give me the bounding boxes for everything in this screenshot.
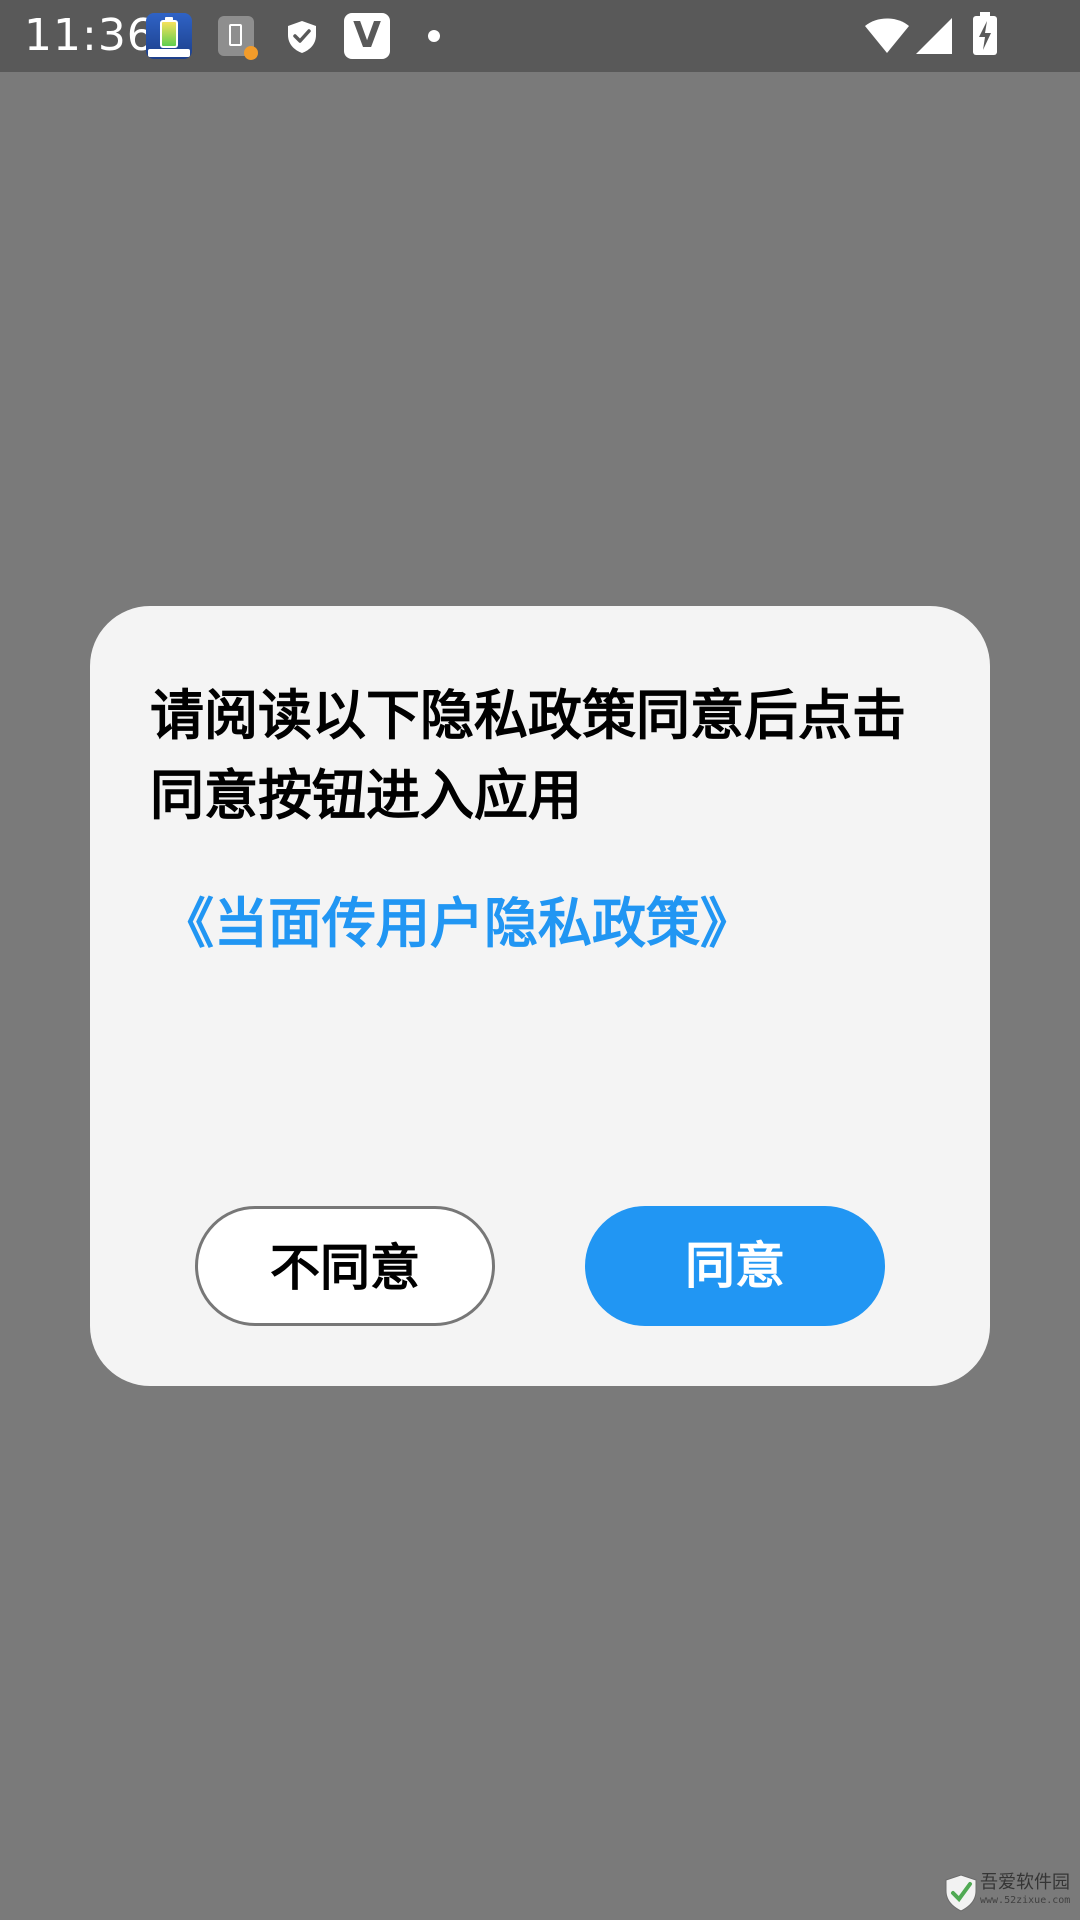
status-bar: 11:36 V [0,0,1080,72]
battery-app-icon [146,13,192,59]
battery-charging-icon [973,12,997,55]
v-app-icon: V [344,13,390,59]
watermark-url: www.52zixue.com [980,1895,1071,1906]
privacy-dialog: 请阅读以下隐私政策同意后点击同意按钮进入应用 《当面传用户隐私政策》 不同意 同… [90,606,990,1386]
dialog-title: 请阅读以下隐私政策同意后点击同意按钮进入应用 [150,684,906,827]
wifi-icon [865,18,909,53]
battery-saver-icon [218,16,258,60]
privacy-policy-link[interactable]: 《当面传用户隐私政策》 [160,888,754,960]
disagree-button[interactable]: 不同意 [195,1206,495,1326]
signal-icon [916,18,952,54]
status-time: 11:36 [24,10,156,61]
dot-icon [428,30,440,42]
shield-icon [288,21,316,53]
watermark-text: 吾爱软件园 [980,1872,1070,1893]
watermark-shield-icon [945,1874,977,1912]
watermark: 吾爱软件园 www.52zixue.com [944,1870,1072,1914]
agree-button[interactable]: 同意 [585,1206,885,1326]
